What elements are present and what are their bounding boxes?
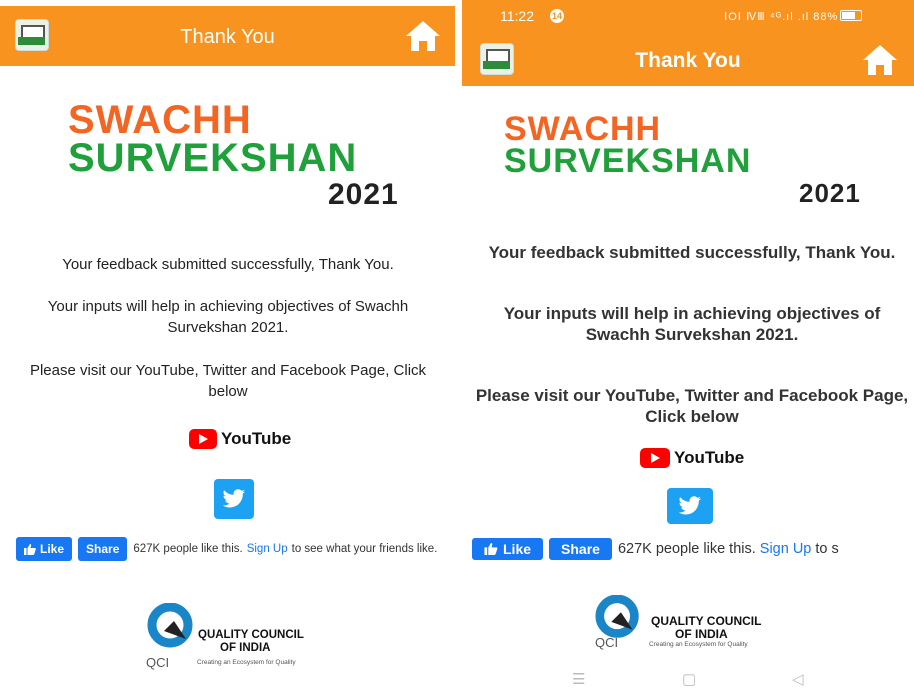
qci-logo: QCI QUALITY COUNCIL OF INDIA Creating an … (587, 595, 797, 655)
inputs-message: Your inputs will help in achieving objec… (503, 304, 881, 344)
thumbs-up-icon (484, 543, 498, 555)
twitter-bird-icon (678, 496, 701, 515)
swachh-survekshan-logo: SWACHH SURVEKSHAN 2021 (504, 110, 860, 206)
like-button[interactable]: Like (16, 537, 73, 561)
qci-tagline: Creating an Ecosystem for Quality (649, 641, 748, 648)
logo-line2: SURVEKSHAN (68, 136, 358, 180)
page-title: Thank You (635, 49, 741, 72)
status-icons: ⅠOⅠ ⅣⅢ ⁴ᴳ.ıl .ıl 88% (724, 10, 863, 23)
twitter-button[interactable] (667, 488, 713, 524)
logo-year: 2021 (328, 178, 399, 211)
signup-link[interactable]: Sign Up (247, 543, 288, 555)
twitter-bird-icon (222, 489, 245, 508)
home-icon[interactable] (860, 42, 900, 78)
home-nav-icon[interactable]: ▢ (682, 670, 696, 688)
right-screenshot: 11:22 14 ⅠOⅠ ⅣⅢ ⁴ᴳ.ıl .ıl 88% Thank You … (462, 0, 914, 691)
visit-message: Please visit our YouTube, Twitter and Fa… (29, 362, 427, 400)
notification-badge: 14 (550, 9, 564, 23)
signup-link[interactable]: Sign Up (760, 541, 812, 557)
status-bar: 11:22 14 ⅠOⅠ ⅣⅢ ⁴ᴳ.ıl .ıl 88% (462, 0, 914, 32)
inputs-message: Your inputs will help in achieving objec… (47, 298, 409, 336)
share-button[interactable]: Share (549, 538, 612, 560)
logo-line1: SWACHH (504, 110, 662, 148)
qci-abbr: QCI (146, 655, 170, 670)
home-icon[interactable] (403, 18, 443, 54)
qci-logo-icon (147, 603, 193, 648)
page-title: Thank You (180, 26, 275, 48)
youtube-link[interactable]: YouTube (640, 448, 744, 468)
like-suffix: to s (815, 541, 839, 557)
app-bar: Thank You (0, 6, 455, 66)
swachh-survekshan-logo: SWACHH SURVEKSHAN 2021 (68, 98, 398, 210)
youtube-play-icon (640, 448, 670, 468)
logo-line2: SURVEKSHAN (504, 142, 752, 180)
logo-line1: SWACHH (68, 98, 252, 142)
qci-abbr: QCI (595, 635, 619, 650)
like-count: 627K people like this. (617, 541, 756, 557)
thumbs-up-icon (24, 543, 36, 555)
youtube-label: YouTube (221, 429, 292, 448)
share-button[interactable]: Share (78, 537, 128, 561)
app-bar: Thank You (462, 32, 914, 86)
facebook-widget: Like Share 627K people like this. Sign U… (472, 538, 839, 560)
system-nav-bar: ☰ ▢ ◁ (462, 664, 914, 691)
menu-nav-icon[interactable]: ☰ (572, 670, 585, 688)
feedback-message: Your feedback submitted successfully, Th… (62, 256, 394, 273)
left-screenshot: Thank You SWACHH SURVEKSHAN 2021 Your fe… (0, 0, 455, 691)
visit-message: Please visit our YouTube, Twitter and Fa… (475, 386, 909, 426)
facebook-widget: Like Share 627K people like this. Sign U… (16, 537, 437, 561)
youtube-link[interactable]: YouTube (189, 429, 291, 449)
back-nav-icon[interactable]: ◁ (792, 670, 804, 688)
divider (455, 0, 462, 691)
like-suffix: to see what your friends like. (291, 543, 438, 555)
qci-tagline: Creating an Ecosystem for Quality (197, 659, 296, 666)
twitter-button[interactable] (214, 479, 254, 519)
youtube-label: YouTube (674, 448, 745, 467)
qci-logo: QCI QUALITY COUNCIL OF INDIA Creating an … (142, 603, 342, 673)
qci-name: QUALITY COUNCIL OF INDIA (651, 614, 762, 642)
youtube-play-icon (189, 429, 217, 449)
like-button[interactable]: Like (472, 538, 544, 560)
status-time: 11:22 (500, 8, 534, 24)
qci-name: QUALITY COUNCIL OF INDIA (198, 629, 304, 654)
battery-icon (840, 10, 863, 21)
feedback-message: Your feedback submitted successfully, Th… (488, 243, 896, 262)
logo-year: 2021 (799, 178, 861, 208)
like-count: 627K people like this. (133, 543, 243, 555)
